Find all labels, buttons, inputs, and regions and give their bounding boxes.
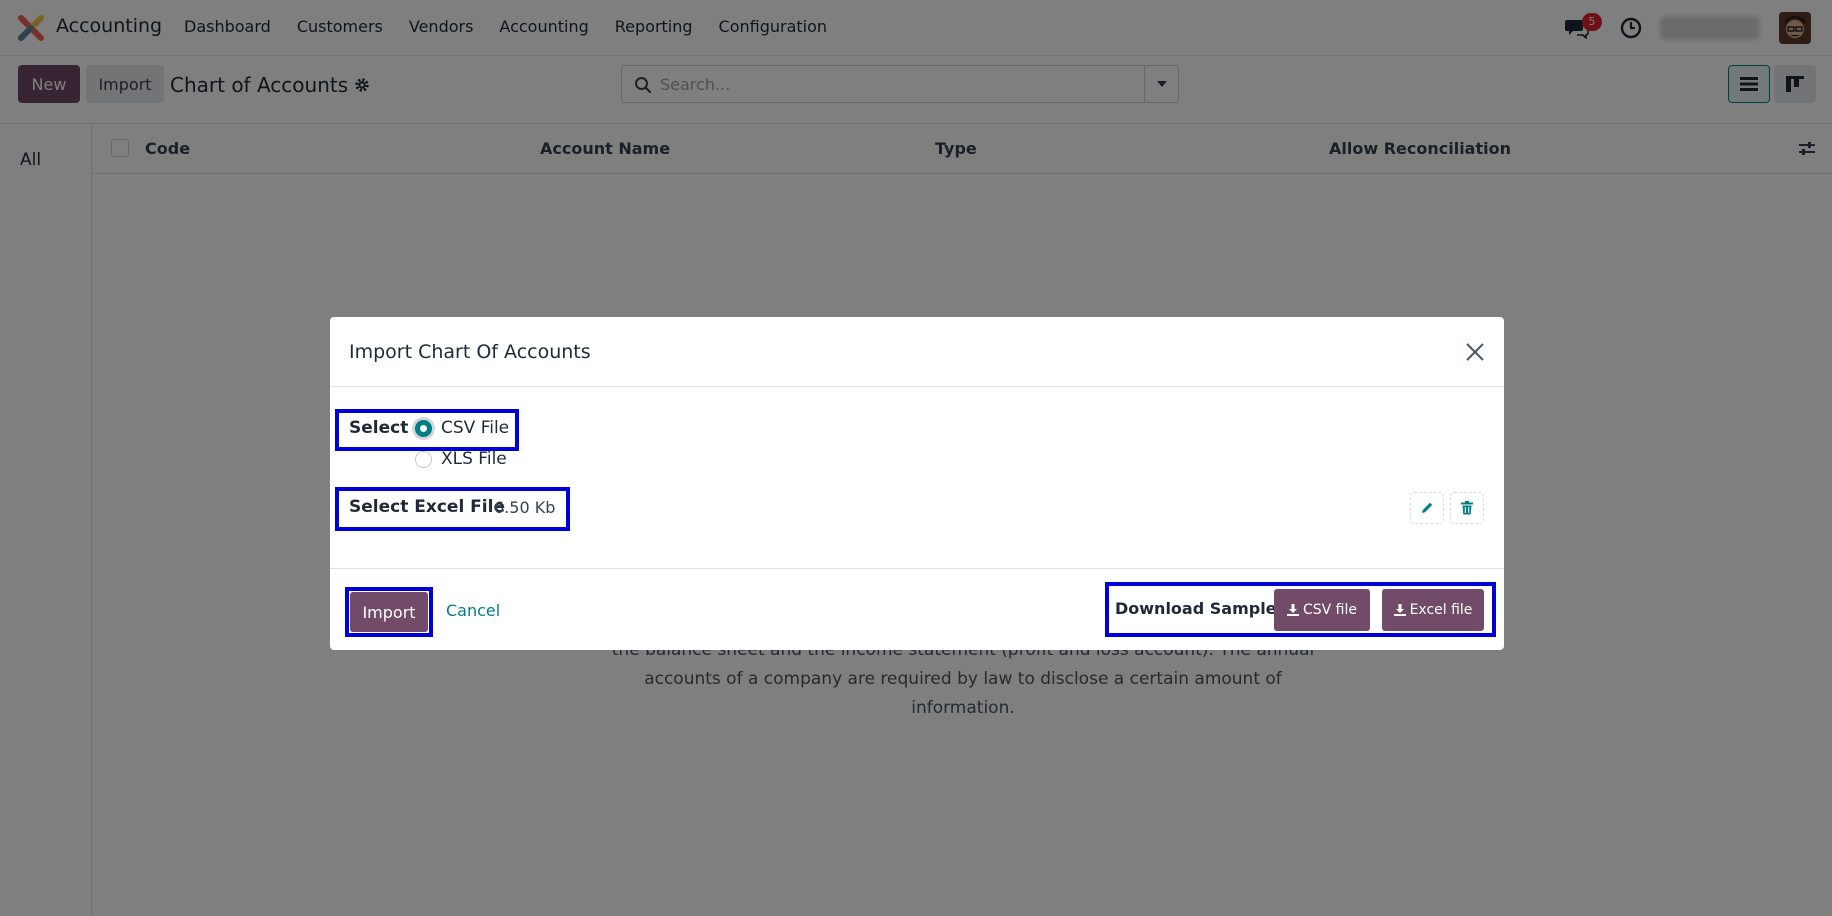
import-dialog: Import Chart Of Accounts Select CSV File… [330, 317, 1504, 650]
cancel-button[interactable]: Cancel [446, 601, 500, 620]
select-label: Select [349, 418, 409, 438]
download-sample-label: Download Sample: [1115, 599, 1283, 618]
trash-icon [1461, 501, 1473, 515]
download-csv-label: CSV file [1302, 602, 1357, 618]
dialog-import-button[interactable]: Import [350, 592, 428, 632]
close-icon[interactable] [1464, 341, 1486, 363]
radio-label-csv[interactable]: CSV File [441, 418, 509, 438]
radio-label-xls[interactable]: XLS File [441, 449, 507, 469]
edit-file-button[interactable] [1410, 492, 1444, 524]
download-icon [1393, 604, 1406, 616]
radio-xls-file[interactable] [415, 451, 432, 468]
dialog-title: Import Chart Of Accounts [349, 341, 591, 363]
download-csv-button[interactable]: CSV file [1274, 589, 1370, 631]
radio-csv-file[interactable] [415, 420, 432, 437]
delete-file-button[interactable] [1450, 492, 1484, 524]
download-excel-label: Excel file [1409, 602, 1473, 618]
file-label: Select Excel File [349, 497, 505, 517]
download-excel-button[interactable]: Excel file [1382, 589, 1484, 631]
dialog-header: Import Chart Of Accounts [330, 317, 1504, 387]
file-size: 6.50 Kb [494, 498, 556, 517]
pencil-icon [1422, 502, 1433, 513]
download-icon [1286, 604, 1299, 616]
